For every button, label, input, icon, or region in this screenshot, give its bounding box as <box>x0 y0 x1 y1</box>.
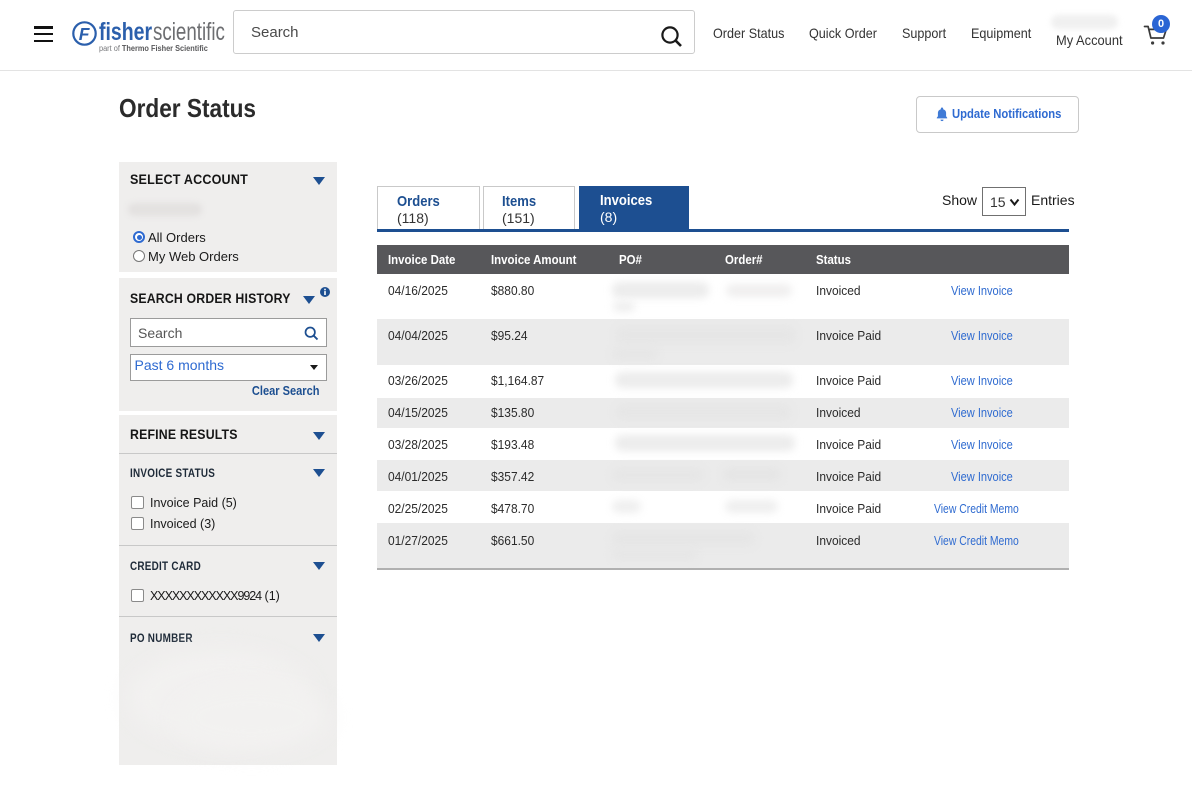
svg-text:F: F <box>79 24 91 44</box>
